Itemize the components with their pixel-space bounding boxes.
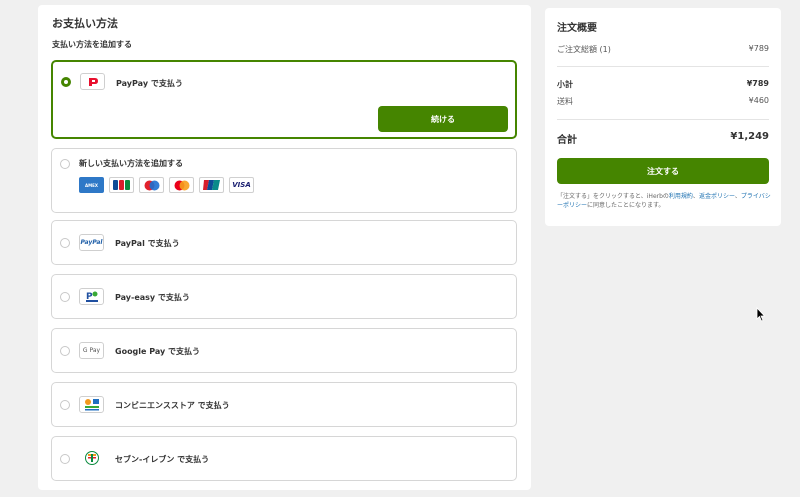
maestro-icon <box>139 177 164 193</box>
payment-option-google-pay[interactable]: G Pay Google Pay で支払う <box>51 328 517 373</box>
paypay-label: PayPay で支払う <box>116 79 183 88</box>
new-card-label: 新しい支払い方法を追加する <box>79 159 183 168</box>
terms-notice: 「注文する」をクリックすると、iHerbの利用規約、返金ポリシー、プライバシーポ… <box>557 192 771 210</box>
google-pay-logo-icon: G Pay <box>79 342 104 359</box>
payment-option-seven-eleven[interactable]: セブン-イレブン で支払う <box>51 436 517 481</box>
summary-divider <box>557 66 769 67</box>
google-pay-label: Google Pay で支払う <box>115 347 201 356</box>
payeasy-logo-icon: P <box>79 288 104 305</box>
payment-method-panel: お支払い方法 支払い方法を追加する PayPay で支払う 続ける 新しい支払い… <box>38 5 531 490</box>
refund-policy-link[interactable]: 返金ポリシー <box>699 193 735 200</box>
subtotal-label: 小計 <box>557 80 573 89</box>
order-total-row: ご注文総額 (1) ¥789 <box>557 44 769 55</box>
place-order-button[interactable]: 注文する <box>557 158 769 184</box>
card-brand-list: AMEX VISA <box>79 177 254 193</box>
payment-title: お支払い方法 <box>52 17 118 30</box>
continue-button[interactable]: 続ける <box>378 106 508 132</box>
subtotal-value: ¥789 <box>746 79 769 88</box>
paypal-radio[interactable] <box>60 238 70 248</box>
total-value: ¥1,249 <box>730 131 769 142</box>
shipping-row: 送料 ¥460 <box>557 96 769 107</box>
shipping-value: ¥460 <box>748 96 769 105</box>
seven-eleven-radio[interactable] <box>60 454 70 464</box>
payeasy-radio[interactable] <box>60 292 70 302</box>
subtotal-row: 小計 ¥789 <box>557 79 769 90</box>
order-total-value: ¥789 <box>748 44 769 53</box>
summary-title: 注文概要 <box>557 23 597 34</box>
payment-option-paypal[interactable]: PayPal PayPal で支払う <box>51 220 517 265</box>
paypal-logo-icon: PayPal <box>79 234 104 251</box>
order-total-label: ご注文総額 (1) <box>557 45 611 54</box>
mastercard-icon <box>169 177 194 193</box>
unionpay-icon <box>199 177 224 193</box>
payeasy-label: Pay-easy で支払う <box>115 293 190 302</box>
visa-icon: VISA <box>229 177 254 193</box>
add-method-heading: 支払い方法を追加する <box>52 40 132 49</box>
convenience-store-radio[interactable] <box>60 400 70 410</box>
convenience-store-label: コンビニエンスストア で支払う <box>115 401 230 410</box>
summary-divider <box>557 119 769 120</box>
mouse-cursor-icon <box>756 306 766 326</box>
seven-eleven-label: セブン-イレブン で支払う <box>115 455 210 464</box>
notice-text: に同意したことになります。 <box>587 202 665 209</box>
grand-total-row: 合計 ¥1,249 <box>557 131 769 146</box>
paypay-logo-icon <box>80 73 105 90</box>
payment-option-new-card[interactable]: 新しい支払い方法を追加する AMEX VISA <box>51 148 517 213</box>
convenience-store-logo-icon <box>79 396 104 413</box>
paypal-label: PayPal で支払う <box>115 239 180 248</box>
shipping-label: 送料 <box>557 97 573 106</box>
amex-icon: AMEX <box>79 177 104 193</box>
new-card-radio[interactable] <box>60 159 70 169</box>
notice-text: 「注文する」をクリックすると、iHerbの <box>557 193 669 200</box>
order-summary-panel: 注文概要 ご注文総額 (1) ¥789 小計 ¥789 送料 ¥460 合計 ¥… <box>545 8 781 226</box>
jcb-icon <box>109 177 134 193</box>
payment-option-convenience-store[interactable]: コンビニエンスストア で支払う <box>51 382 517 427</box>
google-pay-radio[interactable] <box>60 346 70 356</box>
terms-link[interactable]: 利用規約 <box>669 193 693 200</box>
paypay-radio[interactable] <box>61 77 71 87</box>
payment-option-payeasy[interactable]: P Pay-easy で支払う <box>51 274 517 319</box>
total-label: 合計 <box>557 135 577 146</box>
payment-option-paypay[interactable]: PayPay で支払う 続ける <box>51 60 517 139</box>
seven-eleven-logo-icon <box>85 451 99 465</box>
